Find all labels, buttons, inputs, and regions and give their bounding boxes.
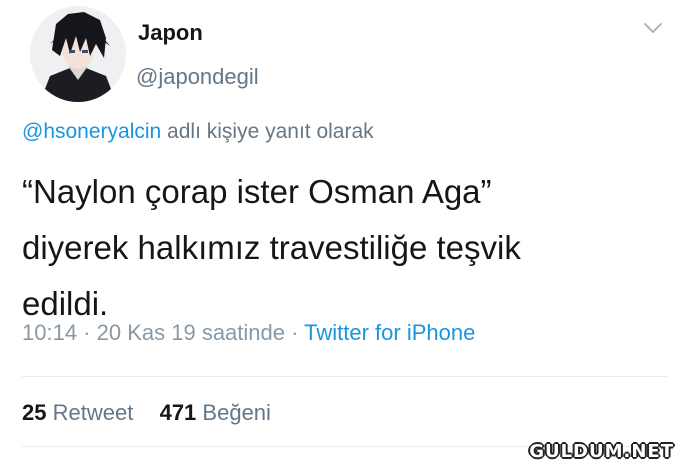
engagement-stats: 25 Retweet 471 Beğeni bbox=[22, 400, 271, 426]
retweet-count[interactable]: 25 bbox=[22, 400, 46, 425]
tweet-source-link[interactable]: Twitter for iPhone bbox=[304, 320, 475, 345]
meta-separator: · bbox=[77, 320, 97, 345]
tweet-text: “Naylon çorap ister Osman Aga” diyerek h… bbox=[22, 164, 652, 332]
tweet-metadata: 10:14 · 20 Kas 19 saatinde · Twitter for… bbox=[22, 320, 475, 346]
display-name[interactable]: Japon bbox=[138, 20, 203, 46]
meta-separator: · bbox=[285, 320, 305, 345]
anime-avatar-icon bbox=[30, 6, 126, 102]
watermark: GULDUM.NET bbox=[529, 441, 674, 462]
retweet-label[interactable]: Retweet bbox=[53, 400, 134, 425]
reply-mention-link[interactable]: @hsoneryalcin bbox=[22, 120, 161, 143]
divider bbox=[22, 376, 667, 377]
like-label[interactable]: Beğeni bbox=[202, 400, 271, 425]
tweet-time[interactable]: 10:14 bbox=[22, 320, 77, 345]
username-handle[interactable]: @japondegil bbox=[136, 64, 259, 90]
avatar[interactable] bbox=[30, 6, 126, 102]
tweet-header: Japon @japondegil bbox=[20, 6, 670, 102]
like-count[interactable]: 471 bbox=[160, 400, 197, 425]
reply-context-text: adlı kişiye yanıt olarak bbox=[161, 120, 374, 143]
chevron-down-icon[interactable] bbox=[642, 20, 664, 36]
tweet-text-line: “Naylon çorap ister Osman Aga” bbox=[22, 173, 492, 210]
tweet-date[interactable]: 20 Kas 19 saatinde bbox=[97, 320, 285, 345]
tweet-card: Japon @japondegil @hsoneryalcin adlı kiş… bbox=[0, 0, 680, 466]
tweet-text-line: diyerek halkımız travestiliğe teşvik bbox=[22, 229, 521, 266]
reply-context: @hsoneryalcin adlı kişiye yanıt olarak bbox=[22, 120, 374, 144]
